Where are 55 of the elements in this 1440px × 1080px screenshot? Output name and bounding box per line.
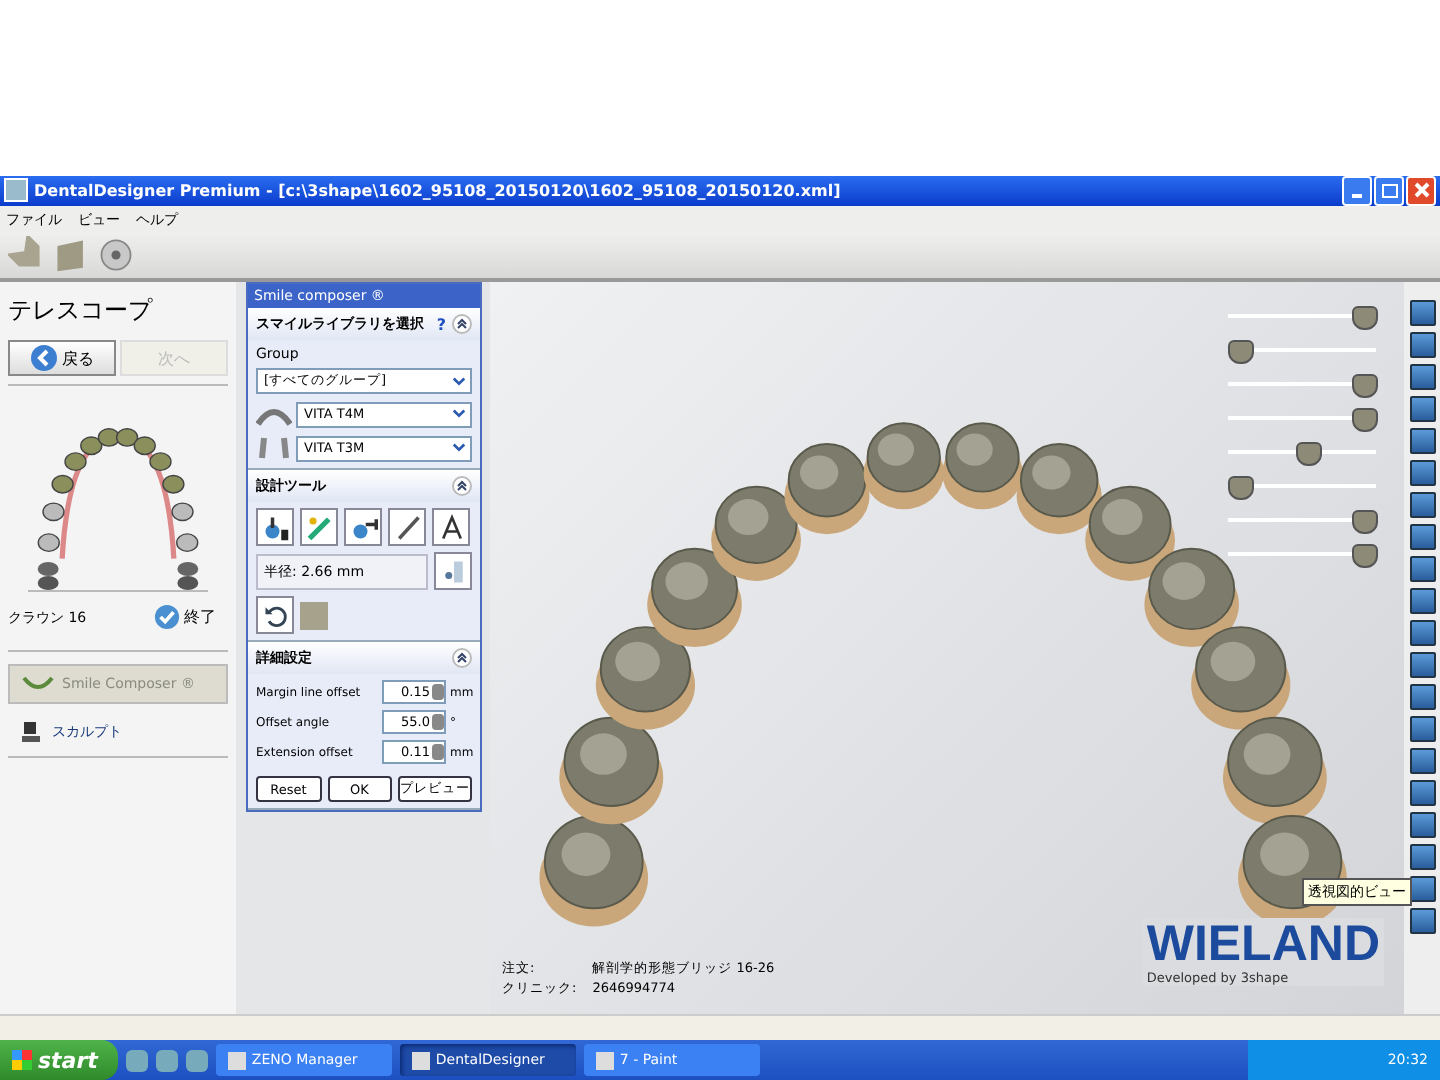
toolbar-icon[interactable] — [1408, 746, 1436, 775]
windows-flag-icon — [12, 1050, 32, 1071]
pencil-tool-icon[interactable] — [388, 508, 426, 547]
logo-text: WIELAND — [1146, 918, 1380, 971]
smile-curve-icon — [22, 676, 54, 693]
toolbar-icon[interactable] — [1408, 714, 1436, 743]
tooth-thumb-icon[interactable] — [1352, 374, 1378, 399]
color-swatch[interactable] — [300, 601, 328, 630]
minimize-icon[interactable] — [1342, 175, 1372, 206]
tooth-thumb-icon[interactable] — [1228, 340, 1254, 365]
tooth-thumb-icon[interactable] — [1352, 306, 1378, 331]
back-button[interactable]: 戻る — [8, 340, 116, 377]
toolbar-icon[interactable] — [1408, 554, 1436, 583]
toolbar-icon[interactable] — [1408, 682, 1436, 711]
tooth-thumb-icon[interactable] — [1352, 510, 1378, 535]
toolbar-icon[interactable] — [1408, 778, 1436, 807]
toolbar-icon[interactable] — [1408, 650, 1436, 679]
toolbar-icon[interactable] — [1408, 298, 1436, 327]
tooth-thumb-icon[interactable] — [1228, 476, 1254, 501]
chevron-down-icon — [452, 408, 466, 421]
tooth-thumb-icon[interactable] — [1296, 442, 1323, 467]
step-title: テレスコープ — [8, 294, 155, 329]
toolbar-icon[interactable] — [1408, 394, 1436, 423]
tooth-thumb-icon[interactable] — [1352, 544, 1378, 569]
scale-tool-icon[interactable] — [344, 508, 382, 547]
chevron-down-icon — [452, 442, 466, 455]
toolbar-icon[interactable] — [1408, 618, 1436, 647]
collapse-icon[interactable] — [452, 476, 472, 497]
move-tool-icon[interactable] — [256, 508, 294, 547]
toggle-icon[interactable] — [434, 552, 472, 591]
toolbar-icon[interactable] — [1408, 586, 1436, 615]
toolbar-icon[interactable] — [1408, 842, 1436, 871]
toolbar-icon[interactable] — [1408, 810, 1436, 839]
restore-icon[interactable] — [1374, 175, 1404, 206]
toolbar-icon[interactable] — [1408, 362, 1436, 391]
close-icon[interactable] — [1406, 175, 1436, 206]
window-title: DentalDesigner Premium - [c:\3shape\1602_95108_20150120\1602_95108_20150120.xml] — [34, 181, 843, 200]
toolbar-icon[interactable] — [1408, 426, 1436, 455]
collapse-icon[interactable] — [452, 314, 472, 335]
toolbar-icon[interactable] — [1408, 330, 1436, 359]
check-icon — [154, 604, 180, 631]
sculpt-tool-icon — [20, 720, 44, 745]
lower-arch-icon — [256, 434, 292, 463]
toolbar-icon[interactable] — [1408, 906, 1436, 935]
text-tool-icon[interactable] — [432, 508, 470, 547]
chevron-down-icon — [452, 375, 466, 388]
undo-icon[interactable] — [256, 596, 294, 635]
toolbar-icon[interactable] — [1408, 458, 1436, 487]
tooth-thumb-icon[interactable] — [1352, 408, 1378, 433]
help-link[interactable]: ? — [436, 315, 446, 334]
finish-button[interactable]: 終了 — [154, 604, 228, 631]
toolbar-icon[interactable] — [1408, 490, 1436, 519]
toolbar-icon[interactable] — [1408, 522, 1436, 551]
collapse-icon[interactable] — [452, 648, 472, 669]
disc-icon[interactable] — [96, 236, 136, 275]
